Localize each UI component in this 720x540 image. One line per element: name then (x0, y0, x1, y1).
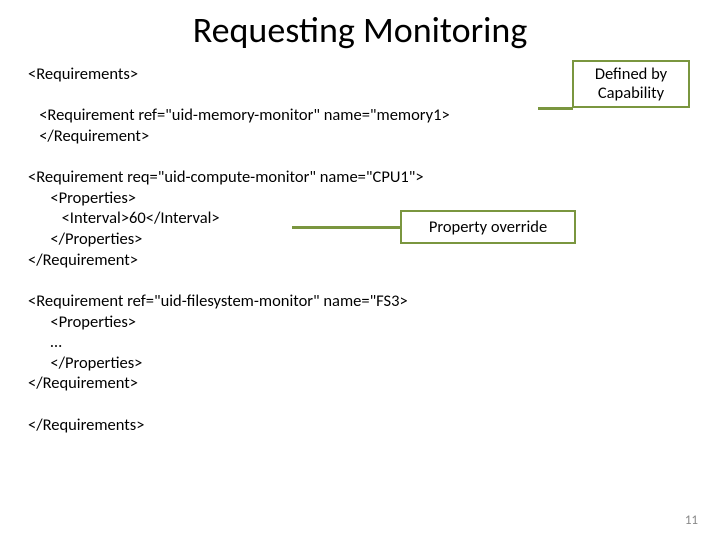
callout-connector-1 (538, 107, 573, 110)
callout-property-override: Property override (400, 210, 576, 244)
callout-connector-2 (292, 226, 400, 229)
callout-defined-by-capability: Defined by Capability (572, 60, 690, 108)
slide-title: Requesting Monitoring (0, 8, 720, 52)
page-number: 11 (685, 513, 698, 528)
xml-code-block: <Requirements> <Requirement ref="uid-mem… (28, 64, 450, 435)
